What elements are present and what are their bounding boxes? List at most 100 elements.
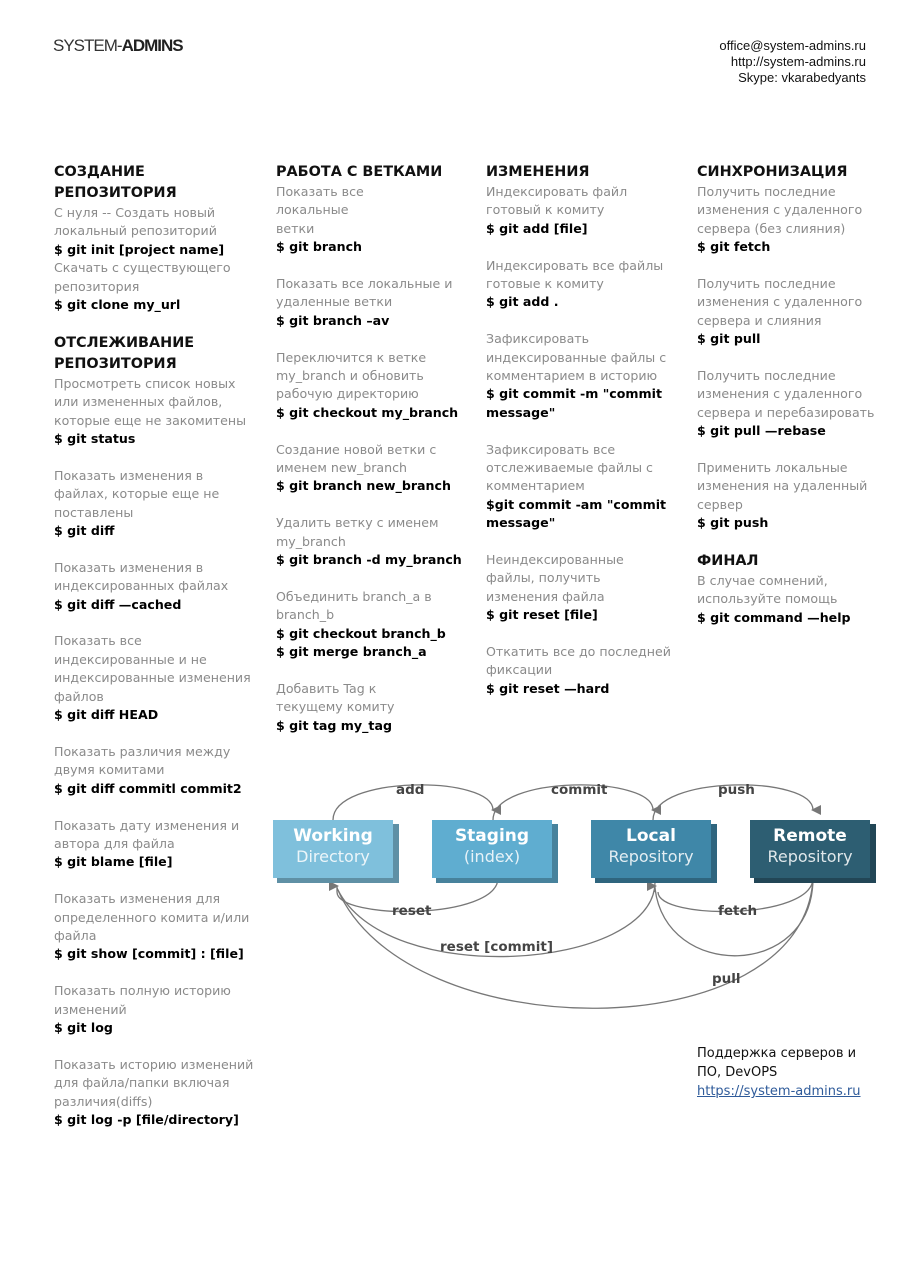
command-text: $ git pull —rebase <box>697 423 826 439</box>
command-description: Индексировать все файлы готовые к комиту <box>486 257 664 292</box>
command-description: Скачать с существующего репозитория <box>54 260 231 294</box>
section-heading: СОЗДАНИЕ РЕПОЗИТОРИЯ <box>54 164 177 201</box>
command-text: $ git fetch <box>697 239 771 255</box>
command-description: Показать изменения в индексированных фай… <box>54 559 229 594</box>
command-text: $ git branch new_branch <box>276 478 451 494</box>
contact-skype: Skype: vkarabedyants <box>738 70 866 85</box>
command-description: Показать все локальные ветки <box>276 184 364 236</box>
command-description: Показать изменения для определенного ком… <box>54 891 250 943</box>
command-entry: Индексировать файл готовый к комиту $ git… <box>486 183 676 238</box>
section-heading: СИНХРОНИЗАЦИЯ <box>697 164 848 180</box>
section-heading: ОТСЛЕЖИВАНИЕ РЕПОЗИТОРИЯ <box>54 334 195 372</box>
command-entry: Показать изменения в файлах, которые еще… <box>54 467 254 541</box>
label-commit: commit <box>551 782 608 798</box>
footer-block: Поддержка серверов и ПО, DevOPS https://… <box>697 1044 861 1101</box>
command-text: $ git tag my_tag <box>276 717 392 733</box>
command-description: Просмотреть список новых или измененных … <box>54 375 247 428</box>
footer-line-1: Поддержка серверов и <box>697 1046 857 1061</box>
command-description: Зафиксировать все отслеживаемые файлы с … <box>486 441 653 494</box>
column-1: СОЗДАНИЕ РЕПОЗИТОРИЯ С нуля -- Создать но… <box>54 162 254 1148</box>
command-text: $ git diff <box>54 523 115 539</box>
command-description: Удалить ветку с именем my_branch <box>276 515 439 549</box>
box-remote-repository: Remote Repository <box>750 820 870 878</box>
command-entry: Зафиксировать индексированные файлы с ко… <box>486 330 676 422</box>
label-reset: reset <box>392 903 432 919</box>
command-description: Показать дату изменения и автора для фай… <box>54 817 240 851</box>
command-entry: Индексировать все файлы готовые к комиту… <box>486 257 676 312</box>
command-description: Показать изменения в файлах, которые еще… <box>54 467 220 520</box>
command-entry: Показать историю изменений для файла/пап… <box>54 1056 254 1130</box>
box-subtitle: (index) <box>463 847 521 866</box>
command-text: $ git log -p [file/directory] <box>54 1111 239 1127</box>
command-description: Применить локальные изменения на удаленн… <box>697 460 868 512</box>
command-entry: Показать дату изменения и автора для фай… <box>54 817 254 872</box>
command-text: $ git show [commit] : [file] <box>54 946 244 962</box>
command-text: $ git diff —cached <box>54 596 182 612</box>
command-text: $ git reset [file] <box>486 607 598 623</box>
column-2: РАБОТА С ВЕТКАМИ Показать все локальные в… <box>276 162 466 753</box>
command-text: $ git init [project name] <box>54 241 225 257</box>
contact-block: office@system-admins.ru http://system-ad… <box>719 38 866 86</box>
command-text: $ git diff HEAD <box>54 707 159 723</box>
command-description: Создание новой ветки с именем new_branch <box>276 441 437 476</box>
command-text: $ git status <box>54 431 136 447</box>
box-title: Local <box>626 826 676 846</box>
column-4: СИНХРОНИЗАЦИЯ Получить последние изменени… <box>697 162 887 646</box>
command-description: С нуля -- Создать новый локальный репози… <box>54 205 217 239</box>
command-entry: Просмотреть список новых или измененных … <box>54 375 254 449</box>
command-text: $ git checkout branch_b $ git merge bran… <box>276 625 446 660</box>
command-entry: Показать все локальные ветки $ git branch <box>276 183 466 257</box>
command-entry: Показать изменения для определенного ком… <box>54 890 254 964</box>
command-description: Откатить все до последней фиксации <box>486 644 671 678</box>
command-description: Получить последние изменения с удаленног… <box>697 368 875 420</box>
footer-link[interactable]: https://system-admins.ru <box>697 1084 861 1099</box>
command-text: $ git blame [file] <box>54 854 173 870</box>
command-entry: Показать все локальные и удаленные ветки… <box>276 275 466 330</box>
command-text: $ git diff commitl commit2 <box>54 780 242 796</box>
logo-bold: ADMINS <box>121 36 184 55</box>
command-entry: Показать изменения в индексированных фай… <box>54 559 254 614</box>
command-entry: С нуля -- Создать новый локальный репози… <box>54 204 254 259</box>
command-entry: Создание новой ветки с именем new_branch… <box>276 441 466 496</box>
command-entry: Объединить branch_a в branch_b $ git chec… <box>276 588 466 662</box>
footer-line-2: ПО, DevOPS <box>697 1065 778 1080</box>
label-push: push <box>718 782 755 798</box>
command-entry: Получить последние изменения с удаленног… <box>697 183 887 257</box>
box-subtitle: Directory <box>296 847 370 866</box>
command-description: Показать все индексированные и не индекс… <box>54 633 251 704</box>
command-description: Показать полную историю изменений <box>54 983 231 1017</box>
command-description: Добавить Tag к текущему комиту <box>276 680 395 715</box>
command-text: $ git branch <box>276 239 363 255</box>
command-text: $ git add . <box>486 294 559 310</box>
command-text: $ git branch -d my_branch <box>276 552 462 568</box>
command-text: $ git add [file] <box>486 220 588 236</box>
command-description: Объединить branch_a в branch_b <box>276 588 432 623</box>
command-entry: Применить локальные изменения на удаленн… <box>697 459 887 533</box>
command-text: $git commit -am "commit message" <box>486 496 667 531</box>
label-reset-commit: reset [commit] <box>440 939 553 955</box>
command-entry: Добавить Tag к текущему комиту $ git tag … <box>276 680 466 735</box>
command-description: Индексировать файл готовый к комиту <box>486 184 628 218</box>
box-title: Staging <box>454 826 530 846</box>
git-workflow-diagram: Working Directory Staging (index) Local … <box>265 770 895 1040</box>
command-text: $ git branch –av <box>276 312 390 328</box>
logo-light: SYSTEM- <box>53 36 123 55</box>
command-entry: Показать различия между двумя комитами $ … <box>54 743 254 798</box>
command-text: $ git commit -m "commit message" <box>486 386 662 420</box>
box-title: Working <box>293 826 373 846</box>
command-entry: Получить последние изменения с удаленног… <box>697 367 887 441</box>
command-entry: Показать полную историю изменений $ git l… <box>54 982 254 1037</box>
label-fetch: fetch <box>718 903 758 919</box>
contact-email[interactable]: office@system-admins.ru <box>719 38 866 54</box>
box-staging-index: Staging (index) <box>432 820 552 878</box>
box-subtitle: Repository <box>767 847 853 866</box>
command-entry: В случае сомнений, используйте помощь $ g… <box>697 572 887 627</box>
command-text: $ git push <box>697 515 769 531</box>
command-text: $ git checkout my_branch <box>276 404 459 420</box>
box-subtitle: Repository <box>608 847 694 866</box>
command-entry: Переключится к ветке my_branch и обновит… <box>276 349 466 423</box>
command-text: $ git reset —hard <box>486 680 610 696</box>
section-heading: РАБОТА С ВЕТКАМИ <box>276 164 443 180</box>
command-description: Зафиксировать индексированные файлы с ко… <box>486 331 667 384</box>
contact-website[interactable]: http://system-admins.ru <box>719 54 866 70</box>
